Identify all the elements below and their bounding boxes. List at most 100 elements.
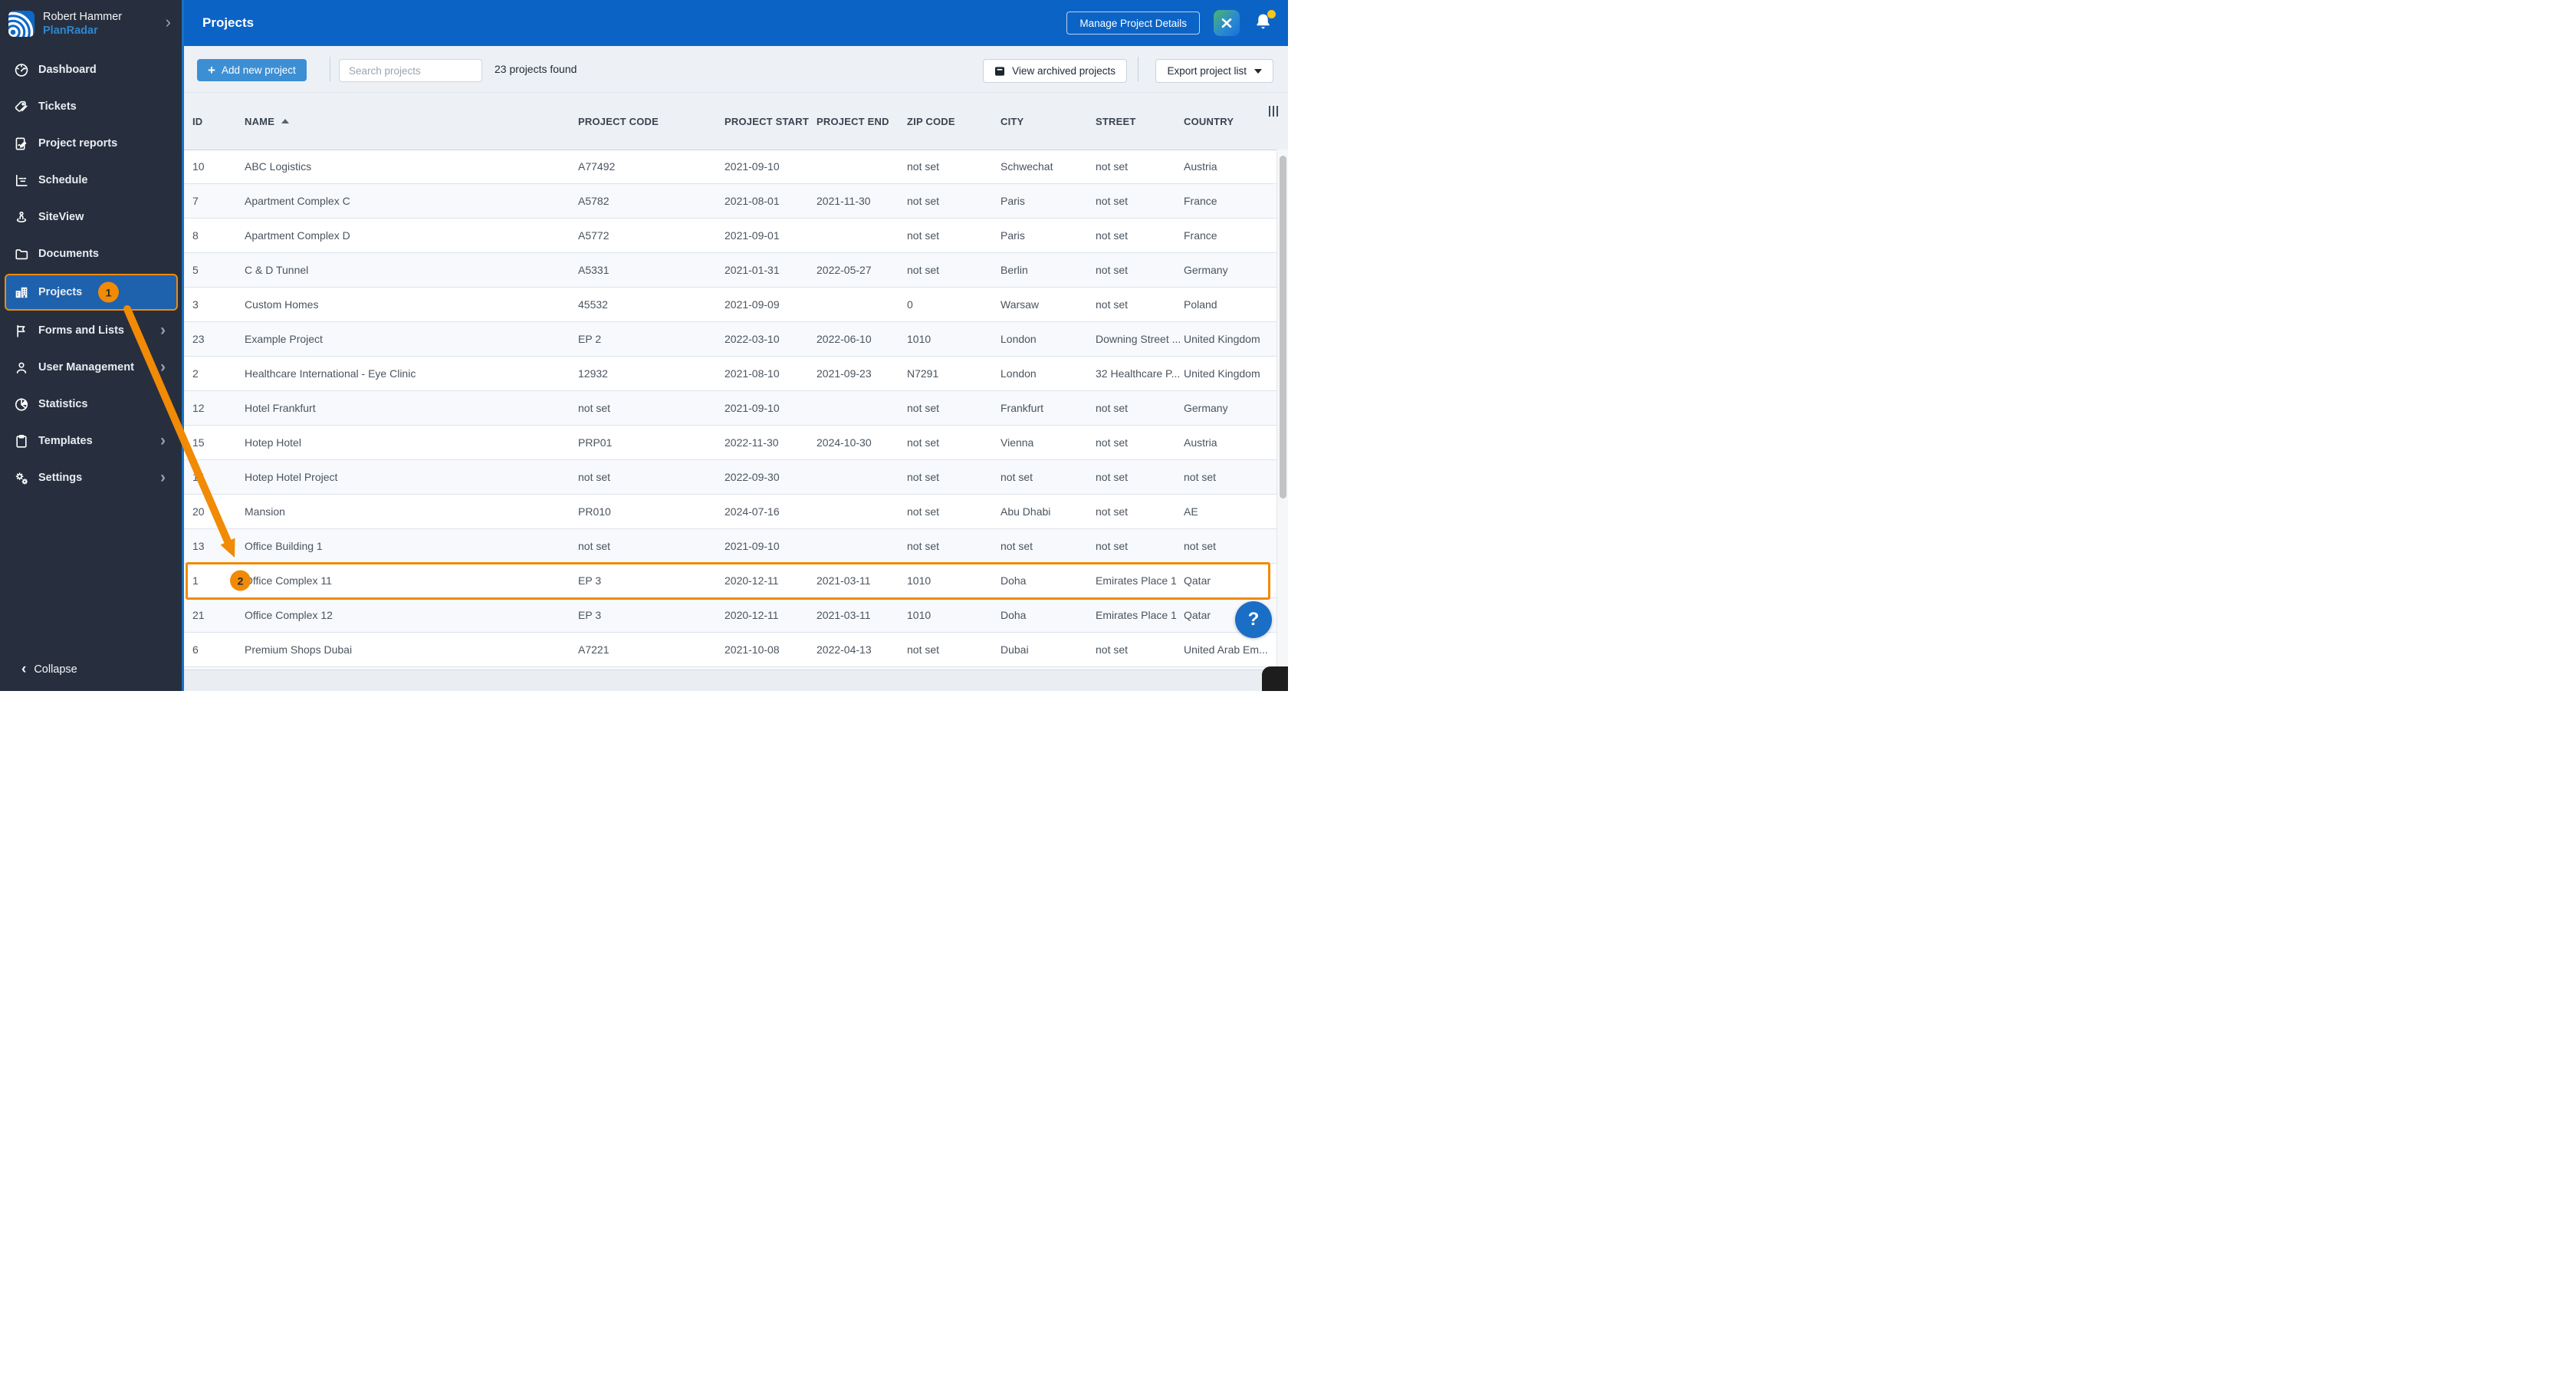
add-new-project-button[interactable]: + Add new project <box>197 59 307 81</box>
planradar-connect-icon[interactable] <box>1214 10 1240 36</box>
column-header-project-code[interactable]: PROJECT CODE <box>578 116 724 127</box>
cell-city: not set <box>1001 471 1033 483</box>
sidebar-item-dashboard[interactable]: Dashboard <box>5 53 178 87</box>
sidebar-item-label: Templates <box>38 435 93 447</box>
cell-code: A5772 <box>578 229 610 242</box>
cell-street: Emirates Place 1 <box>1096 609 1177 621</box>
sidebar-item-templates[interactable]: Templates › <box>5 424 178 458</box>
cell-country: not set <box>1184 540 1217 552</box>
sidebar-item-schedule[interactable]: Schedule <box>5 163 178 197</box>
column-header-project-end[interactable]: PROJECT END <box>816 116 907 127</box>
cell-name: Office Complex 11 <box>245 574 332 587</box>
sidebar-item-label: Settings <box>38 472 83 484</box>
cell-end: 2022-06-10 <box>816 333 872 345</box>
forms-icon <box>14 323 29 338</box>
top-bar: Projects Manage Project Details <box>184 0 1288 46</box>
table-row-hotep-hotel-project[interactable]: 14 Hotep Hotel Project not set 2022-09-30 no… <box>184 460 1276 495</box>
cell-code: 45532 <box>578 298 608 311</box>
column-header-label: PROJECT START <box>724 115 809 127</box>
column-header-label: PROJECT CODE <box>578 115 659 127</box>
cell-code: EP 3 <box>578 609 602 621</box>
sidebar-item-label: Schedule <box>38 174 88 186</box>
table-row-apartment-complex-d[interactable]: 8 Apartment Complex D A5772 2021-09-01 not s… <box>184 219 1276 253</box>
table-row-abc-logistics[interactable]: 10 ABC Logistics A77492 2021-09-10 not set Sc… <box>184 150 1276 184</box>
cell-name: Healthcare International - Eye Clinic <box>245 367 416 380</box>
sidebar-item-statistics[interactable]: Statistics <box>5 387 178 421</box>
cell-id: 14 <box>192 471 205 483</box>
cell-code: not set <box>578 540 611 552</box>
cell-country: United Arab Em... <box>1184 643 1268 656</box>
table-row-hotel-frankfurt[interactable]: 12 Hotel Frankfurt not set 2021-09-10 not se… <box>184 391 1276 426</box>
table-row-healthcare-international-eye-clinic[interactable]: 2 Healthcare International - Eye Clinic 12… <box>184 357 1276 391</box>
table-row-custom-homes[interactable]: 3 Custom Homes 45532 2021-09-09 0 Warsaw not s… <box>184 288 1276 322</box>
sidebar-item-settings[interactable]: Settings › <box>5 461 178 495</box>
table-row-office-building-1[interactable]: 13 Office Building 1 not set 2021-09-10 not … <box>184 529 1276 564</box>
cell-name: Mansion <box>245 505 285 518</box>
cell-country: United Kingdom <box>1184 367 1260 380</box>
cell-zip: 1010 <box>907 609 932 621</box>
column-header-street[interactable]: STREET <box>1096 116 1184 127</box>
sidebar-item-project-reports[interactable]: Project reports <box>5 127 178 160</box>
table-row-apartment-complex-c[interactable]: 7 Apartment Complex C A5782 2021-08-01 2021-… <box>184 184 1276 219</box>
cell-city: Paris <box>1001 229 1025 242</box>
column-header-id[interactable]: ID <box>192 116 245 127</box>
schedule-icon <box>14 173 29 188</box>
help-button[interactable]: ? <box>1235 601 1272 638</box>
notifications-bell-icon[interactable] <box>1254 10 1276 34</box>
table-row-hotep-hotel[interactable]: 15 Hotep Hotel PRP01 2022-11-30 2024-10-30 no… <box>184 426 1276 460</box>
add-new-project-label: Add new project <box>221 64 296 76</box>
view-archived-projects-label: View archived projects <box>1012 65 1116 77</box>
cell-street: not set <box>1096 402 1129 414</box>
cell-id: 10 <box>192 160 205 173</box>
sidebar-item-documents[interactable]: Documents <box>5 237 178 271</box>
cell-id: 23 <box>192 333 205 345</box>
column-header-country[interactable]: COUNTRY <box>1184 116 1276 127</box>
cell-name: Premium Shops Dubai <box>245 643 353 656</box>
cell-id: 8 <box>192 229 199 242</box>
table-row-mansion[interactable]: 20 Mansion PR010 2024-07-16 not set Abu Dhabi… <box>184 495 1276 529</box>
sidebar-item-label: Tickets <box>38 100 77 113</box>
cell-start: 2021-09-09 <box>724 298 780 311</box>
users-icon <box>14 360 29 375</box>
column-settings-icon[interactable] <box>1267 104 1280 119</box>
cell-country: Austria <box>1184 436 1217 449</box>
cell-zip: not set <box>907 402 940 414</box>
column-header-zip-code[interactable]: ZIP CODE <box>907 116 1001 127</box>
column-header-name[interactable]: NAME <box>245 116 578 127</box>
page-title: Projects <box>202 15 255 30</box>
table-row-office-complex-12[interactable]: 21 Office Complex 12 EP 3 2020-12-11 2021-03… <box>184 598 1276 633</box>
dashboard-icon <box>14 62 29 77</box>
cell-code: A5782 <box>578 195 610 207</box>
account-switcher[interactable]: Robert Hammer PlanRadar › <box>0 0 182 48</box>
table-row-office-complex-11[interactable]: 1 Office Complex 11 EP 3 2020-12-11 2021-03-… <box>184 562 1276 600</box>
cell-country: Austria <box>1184 160 1217 173</box>
search-input[interactable] <box>339 59 482 82</box>
view-archived-projects-button[interactable]: View archived projects <box>983 59 1127 83</box>
cell-code: EP 2 <box>578 333 602 345</box>
column-header-project-start[interactable]: PROJECT START <box>724 116 816 127</box>
manage-project-details-button[interactable]: Manage Project Details <box>1066 12 1200 35</box>
export-project-list-button[interactable]: Export project list <box>1155 59 1273 83</box>
cell-name: C & D Tunnel <box>245 264 309 276</box>
scrollbar-thumb[interactable] <box>1279 156 1286 499</box>
tutorial-step-badge: 1 <box>98 281 119 303</box>
cell-city: Abu Dhabi <box>1001 505 1051 518</box>
table-row-example-project[interactable]: 23 Example Project EP 2 2022-03-10 2022-06-1… <box>184 322 1276 357</box>
tickets-icon <box>14 99 29 114</box>
sidebar-item-tickets[interactable]: Tickets <box>5 90 178 123</box>
table-row-c-d-tunnel[interactable]: 5 C & D Tunnel A5331 2021-01-31 2022-05-27 no… <box>184 253 1276 288</box>
column-header-label: ID <box>192 115 203 127</box>
sidebar-item-siteview[interactable]: SiteView <box>5 200 178 234</box>
cell-name: Hotep Hotel Project <box>245 471 338 483</box>
sidebar-item-projects[interactable]: Projects 1 <box>5 274 178 311</box>
cell-city: Doha <box>1001 574 1027 587</box>
table-row-premium-shops-dubai[interactable]: 6 Premium Shops Dubai A7221 2021-10-08 2022-… <box>184 633 1276 667</box>
column-header-city[interactable]: CITY <box>1001 116 1096 127</box>
cell-start: 2022-03-10 <box>724 333 780 345</box>
cell-city: Dubai <box>1001 643 1029 656</box>
cell-country: AE <box>1184 505 1198 518</box>
cell-street: Downing Street ... <box>1096 333 1181 345</box>
collapse-sidebar-button[interactable]: ‹ Collapse <box>0 656 182 683</box>
sidebar-item-forms-and-lists[interactable]: Forms and Lists › <box>5 314 178 347</box>
sidebar-item-user-management[interactable]: User Management › <box>5 350 178 384</box>
